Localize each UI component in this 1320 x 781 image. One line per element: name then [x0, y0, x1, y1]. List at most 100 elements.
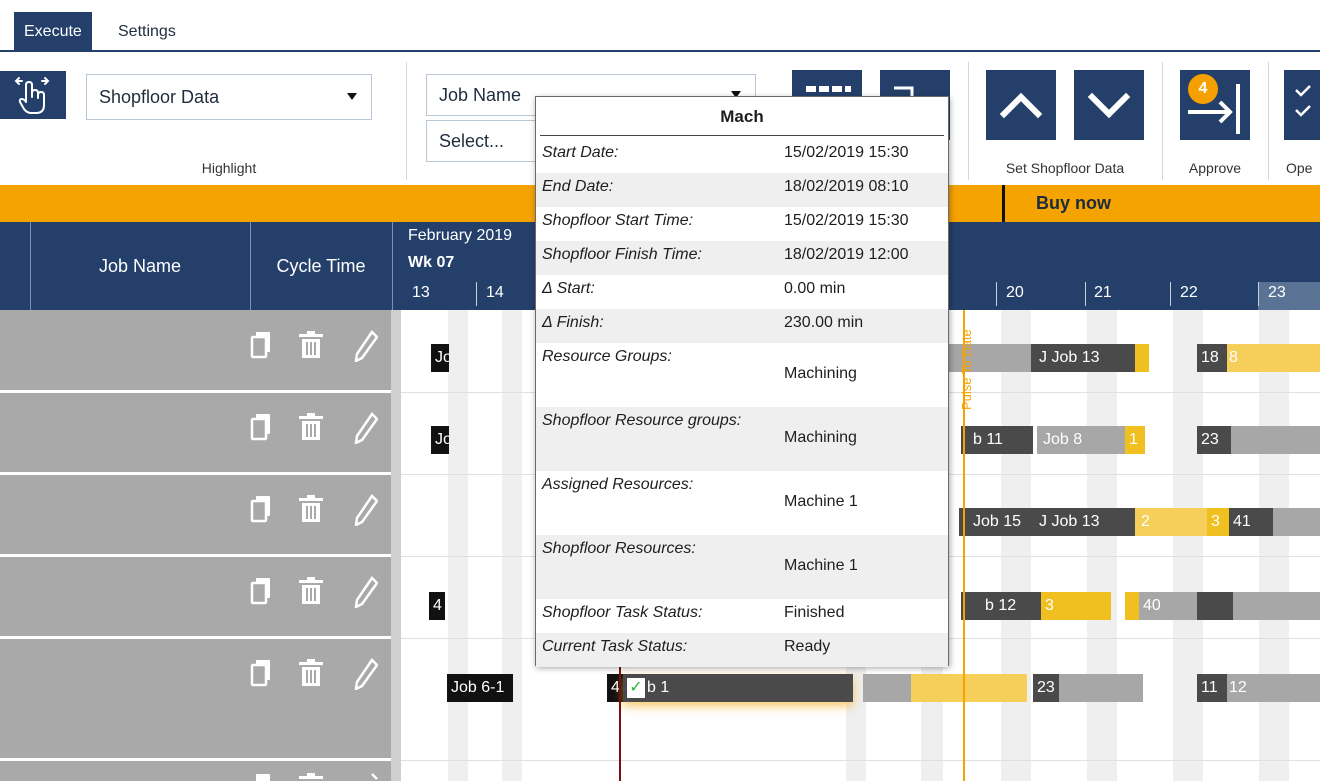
task-bar[interactable]: b 11: [961, 426, 1033, 454]
tooltip-row: Shopfloor Resources: Machine 1: [536, 535, 948, 599]
approve-group-label: Approve: [1188, 160, 1242, 176]
tooltip-row: Shopfloor Task Status: Finished: [536, 599, 948, 633]
copy-icon[interactable]: [250, 772, 274, 781]
task-bar[interactable]: [1233, 592, 1320, 620]
task-bar[interactable]: [1273, 508, 1320, 536]
task-bar[interactable]: 41: [1229, 508, 1273, 536]
task-bar[interactable]: [863, 674, 911, 702]
task-bar[interactable]: J Job 13: [1031, 344, 1135, 372]
task-bar[interactable]: Job 6-1: [447, 674, 513, 702]
task-bar[interactable]: [1231, 426, 1320, 454]
task-bar[interactable]: 40: [1139, 592, 1197, 620]
copy-icon[interactable]: [250, 330, 274, 360]
trash-icon[interactable]: [298, 658, 324, 688]
row-divider: [0, 636, 391, 639]
task-bar[interactable]: 4: [429, 592, 445, 620]
row-divider: [0, 390, 391, 393]
tooltip-key: Δ Start:: [542, 280, 595, 297]
task-tooltip: Mach Start Date: 15/02/2019 15:30 End Date…: [535, 96, 949, 667]
task-bar[interactable]: Job 8: [1037, 426, 1125, 454]
copy-icon[interactable]: [250, 494, 274, 524]
task-bar[interactable]: [1059, 674, 1143, 702]
trash-icon[interactable]: [298, 330, 324, 360]
selected-task-bar[interactable]: ✓ b 1: [623, 674, 853, 702]
column-header-cycle-time[interactable]: Cycle Time: [250, 256, 392, 277]
task-bar[interactable]: 1: [1125, 426, 1145, 454]
task-bar[interactable]: 11: [1197, 674, 1227, 702]
chevron-down-icon: [347, 93, 357, 100]
tab-settings[interactable]: Settings: [108, 12, 186, 50]
move-up-button[interactable]: [986, 70, 1056, 140]
tooltip-value: Ready: [784, 638, 831, 655]
tab-bar: Execute Settings: [0, 0, 1320, 52]
task-bar[interactable]: 8: [1227, 344, 1320, 372]
ribbon-divider: [1162, 62, 1163, 180]
tooltip-key: Δ Finish:: [542, 314, 604, 331]
task-bar[interactable]: J Job 13: [1033, 508, 1135, 536]
approve-count-badge: 4: [1188, 74, 1218, 104]
task-bar[interactable]: 3: [1207, 508, 1229, 536]
trash-icon[interactable]: [298, 772, 324, 781]
task-bar[interactable]: [1135, 344, 1149, 372]
column-header-job-name[interactable]: Job Name: [30, 256, 250, 277]
task-bar[interactable]: [911, 674, 1027, 702]
open-group-label: Ope: [1286, 160, 1313, 176]
chevron-up-icon: [999, 92, 1043, 119]
weekend-stripe: [1173, 310, 1203, 781]
edit-pencil-icon[interactable]: [354, 576, 378, 608]
tooltip-value: Finished: [784, 604, 845, 621]
tooltip-value: Machining: [784, 365, 857, 382]
open-button[interactable]: [1284, 70, 1320, 140]
task-bar[interactable]: 23: [1197, 426, 1231, 454]
hand-tool-button[interactable]: [0, 71, 66, 119]
tooltip-row: Shopfloor Finish Time: 18/02/2019 12:00: [536, 241, 948, 275]
trash-icon[interactable]: [298, 412, 324, 442]
weekend-stripe: [1259, 310, 1289, 781]
tooltip-value: 18/02/2019 08:10: [784, 178, 909, 195]
day-tick: [996, 282, 997, 306]
copy-icon[interactable]: [250, 576, 274, 606]
tooltip-key: Current Task Status:: [542, 638, 688, 655]
edit-pencil-icon[interactable]: [354, 412, 378, 444]
edit-pencil-icon[interactable]: [354, 494, 378, 526]
tooltip-key: Shopfloor Finish Time:: [542, 246, 702, 263]
approve-button[interactable]: 4: [1180, 70, 1250, 140]
tooltip-key: End Date:: [542, 178, 614, 195]
trash-icon[interactable]: [298, 576, 324, 606]
selected-task-label: b 1: [647, 679, 670, 696]
highlight-dropdown[interactable]: Shopfloor Data: [86, 74, 372, 120]
weekend-stripe: [1087, 310, 1117, 781]
task-bar[interactable]: Jo: [431, 426, 449, 454]
edit-pencil-icon[interactable]: [354, 658, 378, 690]
buy-now-link[interactable]: Buy now: [1036, 185, 1111, 222]
edit-pencil-icon[interactable]: [354, 330, 378, 362]
tooltip-row: Resource Groups: Machining: [536, 343, 948, 407]
task-bar[interactable]: [1125, 592, 1139, 620]
task-bar[interactable]: Jo: [431, 344, 449, 372]
timeline-day: 20: [1006, 284, 1024, 301]
timeline-day: 13: [412, 284, 430, 301]
move-down-button[interactable]: [1074, 70, 1144, 140]
copy-icon[interactable]: [250, 658, 274, 688]
chevron-down-icon: [1087, 92, 1131, 119]
day-tick: [1085, 282, 1086, 306]
task-bar[interactable]: [943, 344, 1033, 372]
task-bar[interactable]: 2: [1135, 508, 1207, 536]
task-bar[interactable]: Job 15: [959, 508, 1033, 536]
tooltip-value: Machining: [784, 429, 857, 446]
task-bar[interactable]: 3: [1041, 592, 1111, 620]
tab-execute[interactable]: Execute: [14, 12, 92, 50]
tooltip-key: Shopfloor Task Status:: [542, 604, 703, 621]
checklist-icon: [1295, 85, 1311, 117]
task-bar[interactable]: b 12: [961, 592, 1041, 620]
copy-icon[interactable]: [250, 412, 274, 442]
task-bar[interactable]: 23: [1033, 674, 1059, 702]
tooltip-value: 15/02/2019 15:30: [784, 144, 909, 161]
row-divider: [0, 554, 391, 557]
trash-icon[interactable]: [298, 494, 324, 524]
splitter[interactable]: [391, 310, 401, 781]
task-bar[interactable]: 12: [1227, 674, 1320, 702]
edit-pencil-icon[interactable]: [354, 772, 378, 781]
task-bar[interactable]: 18: [1197, 344, 1227, 372]
task-bar[interactable]: [1197, 592, 1233, 620]
